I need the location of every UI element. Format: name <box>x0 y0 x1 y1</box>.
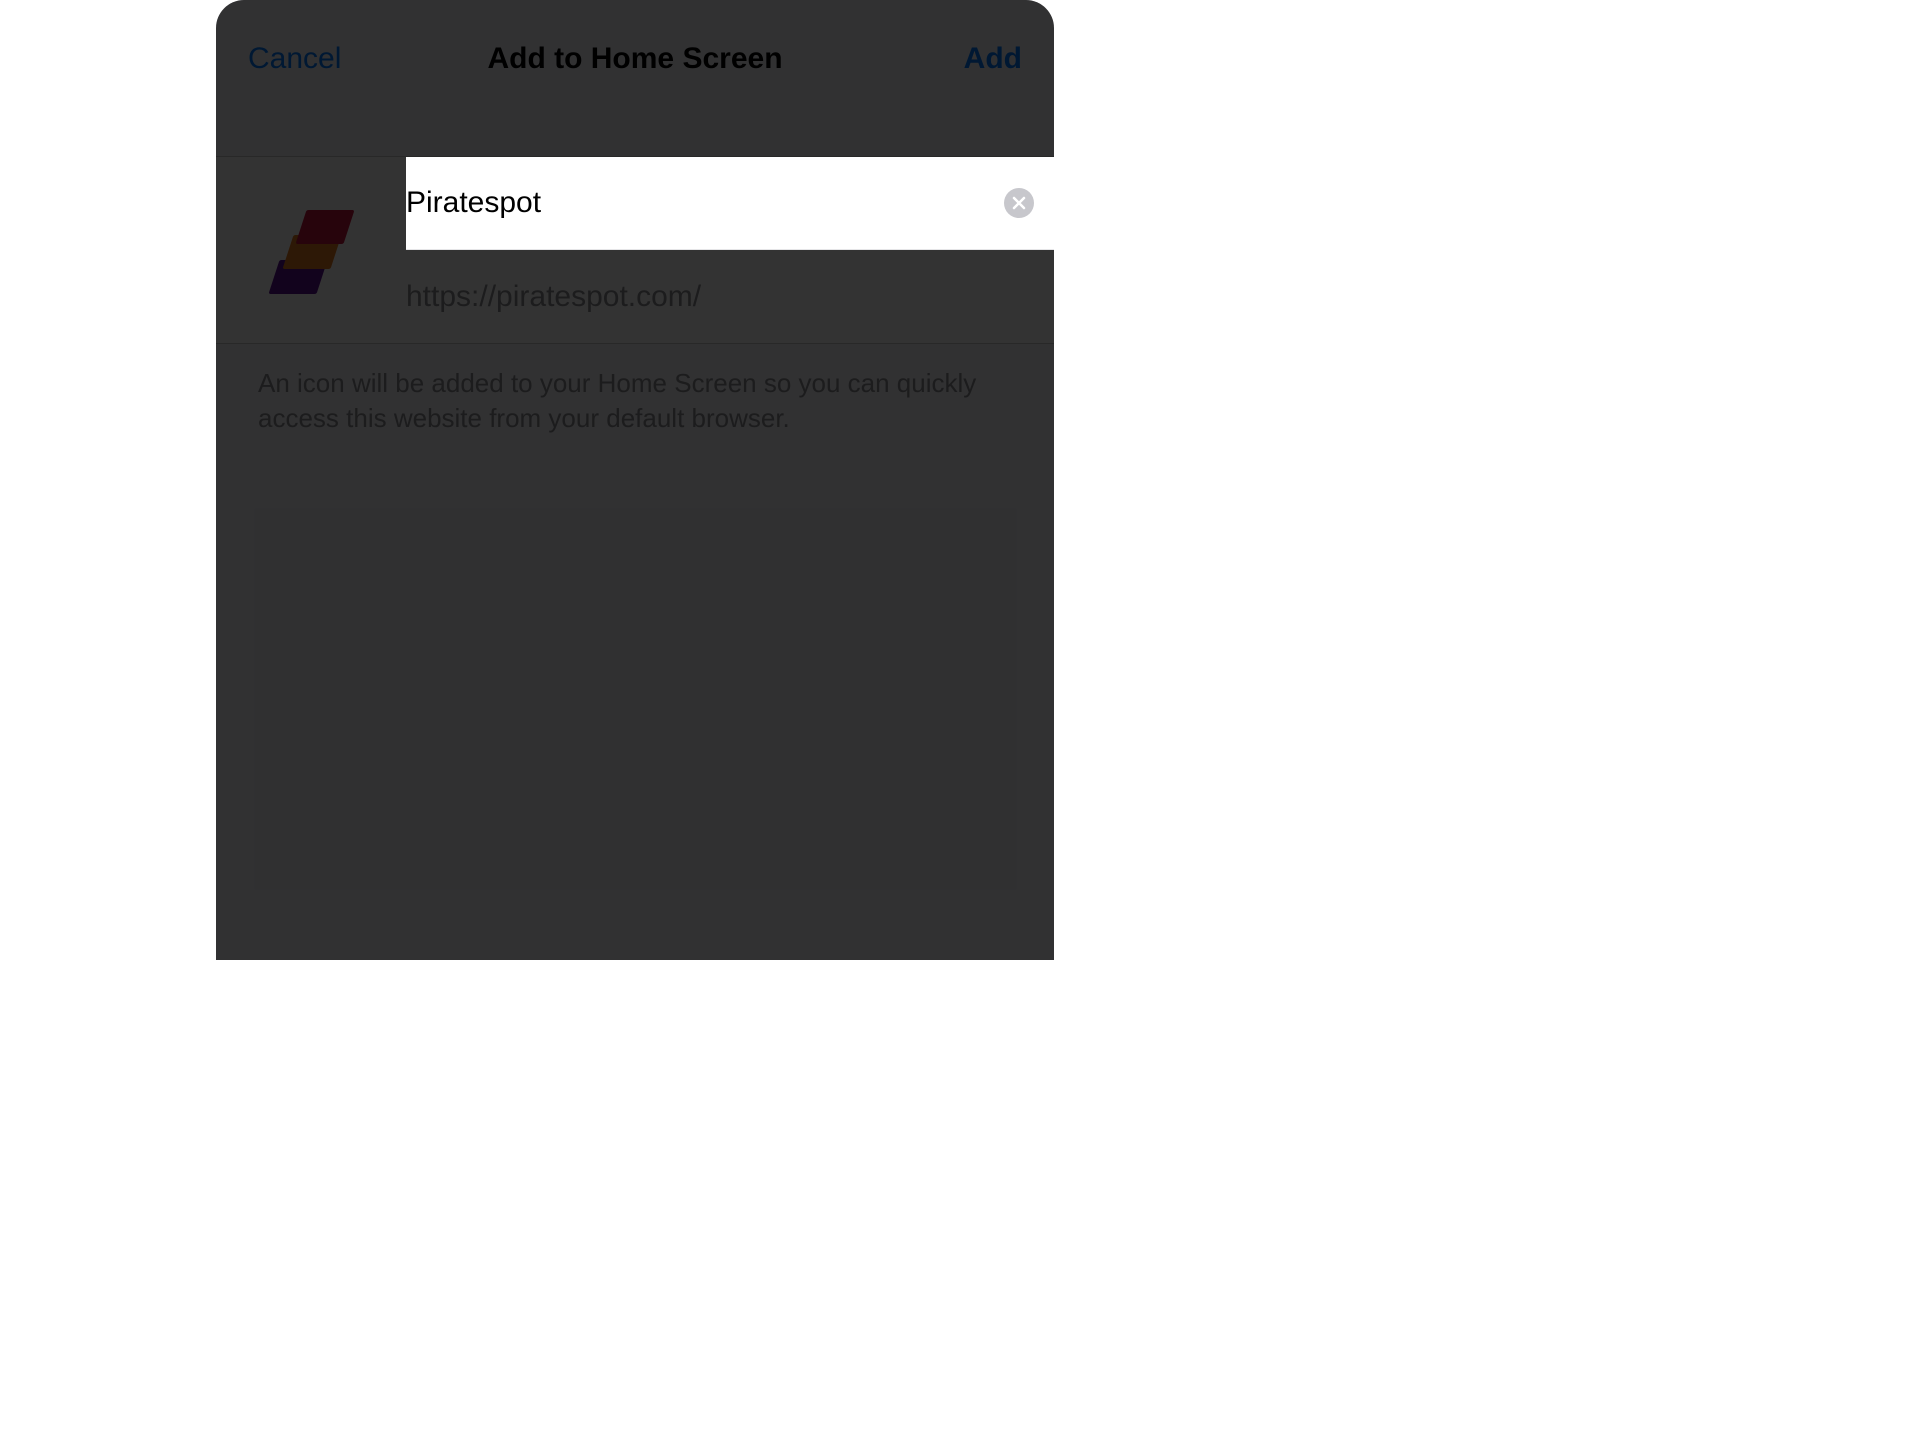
name-field-row <box>406 157 1054 250</box>
bookmark-info-section: https://piratespot.com/ <box>216 156 1054 344</box>
url-field-row: https://piratespot.com/ <box>406 250 1054 343</box>
bookmark-text-fields: https://piratespot.com/ <box>406 157 1054 343</box>
add-button[interactable]: Add <box>964 42 1022 76</box>
sheet-header: Cancel Add to Home Screen Add <box>216 0 1054 118</box>
piratespot-logo-icon <box>274 210 349 290</box>
add-to-home-screen-sheet: Cancel Add to Home Screen Add <box>216 0 1054 960</box>
app-icon-cell <box>216 157 406 343</box>
bookmark-url: https://piratespot.com/ <box>406 280 701 314</box>
dim-overlay <box>216 0 1054 960</box>
description-text: An icon will be added to your Home Scree… <box>216 344 1054 458</box>
close-icon <box>1012 196 1026 210</box>
site-icon <box>255 194 367 306</box>
cancel-button[interactable]: Cancel <box>248 42 341 76</box>
sheet-title: Add to Home Screen <box>487 42 782 76</box>
clear-text-button[interactable] <box>1004 188 1034 218</box>
bookmark-name-input[interactable] <box>406 186 1004 220</box>
